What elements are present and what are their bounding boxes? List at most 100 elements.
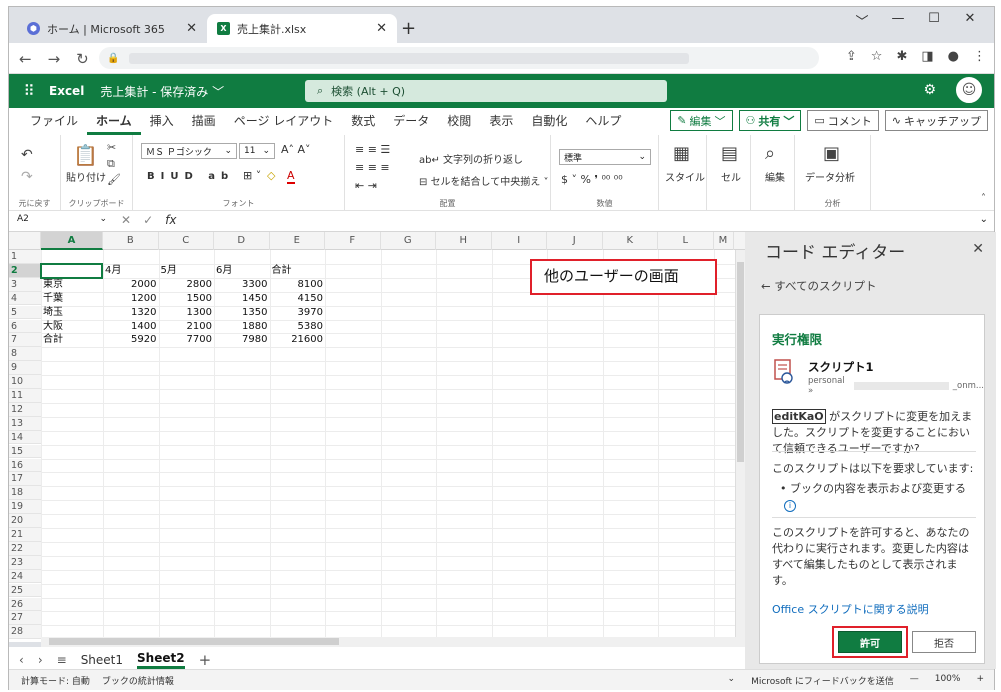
row-header[interactable]: 28 <box>9 625 41 640</box>
column-header[interactable]: L <box>658 232 714 250</box>
redo-icon[interactable]: ↷ <box>21 169 33 185</box>
row-header[interactable]: 10 <box>9 375 41 389</box>
table-cell[interactable]: 2800 <box>161 278 212 292</box>
style-icon[interactable]: ▦ <box>673 143 690 164</box>
font-color-icon[interactable]: A <box>287 169 295 184</box>
add-sheet-button[interactable]: + <box>199 651 212 669</box>
column-header[interactable]: M <box>714 232 734 250</box>
column-header[interactable]: D <box>214 232 270 250</box>
table-cell[interactable]: 千葉 <box>43 292 101 306</box>
table-cell[interactable]: 1300 <box>161 306 212 320</box>
menu-icon[interactable]: ⋮ <box>973 49 986 64</box>
row-header[interactable]: 18 <box>9 486 41 501</box>
undo-icon[interactable]: ↶ <box>21 147 33 163</box>
close-window-icon[interactable]: ✕ <box>952 11 988 30</box>
tab-search-icon[interactable]: ﹀ <box>844 11 880 30</box>
row-header[interactable]: 3 <box>9 277 41 292</box>
table-cell[interactable]: 1400 <box>105 320 156 334</box>
align-middle-icons[interactable]: ≡ ≡ ≡ <box>355 161 390 174</box>
column-header[interactable]: H <box>436 232 492 250</box>
row-header[interactable]: 11 <box>9 389 41 403</box>
font-style-icons[interactable]: BIUD ab <box>147 171 234 182</box>
function-icon[interactable]: fx <box>165 213 176 227</box>
catchup-button[interactable]: ∿ キャッチアップ <box>884 110 988 131</box>
font-size-select[interactable]: 11 ⌄ <box>239 143 275 159</box>
horizontal-scrollbar[interactable] <box>41 637 745 647</box>
tab-file[interactable]: ファイル <box>21 108 87 135</box>
feedback-link[interactable]: Microsoft にフィードバックを送信 <box>751 674 894 687</box>
document-title[interactable]: 売上集計 - 保存済み ﹀ <box>100 83 224 100</box>
share-button[interactable]: ⚇ 共有 ﹀ <box>738 110 802 131</box>
column-header[interactable]: A <box>41 232 103 250</box>
row-header[interactable]: 17 <box>9 472 41 487</box>
table-cell[interactable]: 4月 <box>105 264 157 278</box>
data-analysis-icon[interactable]: ▣ <box>823 143 840 164</box>
reload-icon[interactable]: ↻ <box>76 50 89 68</box>
close-icon[interactable]: ✕ <box>186 21 197 36</box>
table-cell[interactable]: 1350 <box>216 306 267 320</box>
row-header[interactable]: 21 <box>9 528 41 542</box>
app-launcher-icon[interactable]: ⠿ <box>9 82 49 100</box>
paste-icon[interactable]: 📋 <box>73 143 98 167</box>
sidepanel-icon[interactable]: ◨ <box>921 49 933 64</box>
scroll-thumb[interactable] <box>49 638 339 645</box>
tab-formulas[interactable]: 数式 <box>342 108 384 135</box>
find-icon[interactable]: ⌕ <box>765 143 775 164</box>
comment-button[interactable]: ▭ コメント <box>807 110 879 131</box>
edit-mode-button[interactable]: ✎ 編集 ﹀ <box>670 110 733 131</box>
zoom-out-icon[interactable]: — <box>910 674 919 687</box>
wrap-text-button[interactable]: ab↵ 文字列の折り返し <box>419 151 523 166</box>
search-input[interactable]: ⌕ 検索 (Alt + Q) <box>305 80 667 102</box>
browser-tab-m365[interactable]: ⬢ ホーム | Microsoft 365 ✕ <box>17 14 207 43</box>
browser-tab-excel[interactable]: X 売上集計.xlsx ✕ <box>207 14 397 43</box>
workbook-stats[interactable]: ブックの統計情報 <box>102 674 174 687</box>
row-header[interactable]: 19 <box>9 500 41 514</box>
table-cell[interactable]: 合計 <box>43 333 101 347</box>
table-cell[interactable]: 21600 <box>272 333 323 347</box>
table-cell[interactable]: 合計 <box>272 264 324 278</box>
prev-sheet-icon[interactable]: ‹ <box>19 653 24 667</box>
table-cell[interactable]: 埼玉 <box>43 306 101 320</box>
url-field[interactable]: 🔒 <box>99 47 819 69</box>
table-cell[interactable]: 7980 <box>216 333 267 347</box>
column-header[interactable]: E <box>270 232 325 250</box>
tab-help[interactable]: ヘルプ <box>576 108 630 135</box>
table-cell[interactable]: 3970 <box>272 306 323 320</box>
border-icon[interactable]: ⊞ ˅ <box>243 169 261 182</box>
merge-center-button[interactable]: ⊟ セルを結合して中央揃え ˅ <box>419 173 548 188</box>
table-cell[interactable]: 1500 <box>161 292 212 306</box>
deny-button[interactable]: 拒否 <box>912 631 976 653</box>
name-box[interactable]: A2 ⌄ <box>13 214 111 229</box>
maximize-icon[interactable]: ☐ <box>916 11 952 30</box>
extensions-icon[interactable]: ✱ <box>896 49 907 64</box>
row-header[interactable]: 16 <box>9 458 41 473</box>
tab-review[interactable]: 校閲 <box>438 108 480 135</box>
number-format-icons[interactable]: $ ˅ % ❜ ⁰⁰ ⁰⁰ <box>561 173 623 186</box>
cut-icon[interactable]: ✂ <box>107 141 116 154</box>
format-painter-icon[interactable]: 🖌 <box>107 173 121 186</box>
collapse-ribbon-icon[interactable]: ˄ <box>981 193 986 204</box>
row-header[interactable]: 15 <box>9 444 41 459</box>
column-header[interactable]: B <box>103 232 159 250</box>
copy-icon[interactable]: ⧉ <box>107 157 115 171</box>
fill-color-icon[interactable]: ◇ <box>267 169 275 182</box>
row-header[interactable]: 22 <box>9 541 41 556</box>
column-header[interactable]: I <box>492 232 547 250</box>
table-cell[interactable]: 1880 <box>216 320 267 334</box>
back-icon[interactable]: ← <box>19 50 32 68</box>
row-header[interactable]: 20 <box>9 514 41 528</box>
column-header[interactable]: G <box>381 232 436 250</box>
all-sheets-icon[interactable]: ≡ <box>57 653 67 667</box>
table-cell[interactable]: 3300 <box>216 278 267 292</box>
column-header[interactable]: K <box>603 232 658 250</box>
number-format-select[interactable]: 標準 ⌄ <box>559 149 651 165</box>
tab-page-layout[interactable]: ページ レイアウト <box>225 108 343 135</box>
table-cell[interactable]: 5380 <box>272 320 323 334</box>
close-icon[interactable]: ✕ <box>972 241 984 257</box>
minimize-icon[interactable]: — <box>880 11 916 30</box>
align-top-icons[interactable]: ≡ ≡ ☰ <box>355 143 390 156</box>
column-header[interactable]: J <box>547 232 603 250</box>
cells-icon[interactable]: ▤ <box>721 143 738 164</box>
row-header[interactable]: 26 <box>9 597 41 612</box>
font-name-select[interactable]: ＭＳ Ｐゴシック ⌄ <box>141 143 237 159</box>
